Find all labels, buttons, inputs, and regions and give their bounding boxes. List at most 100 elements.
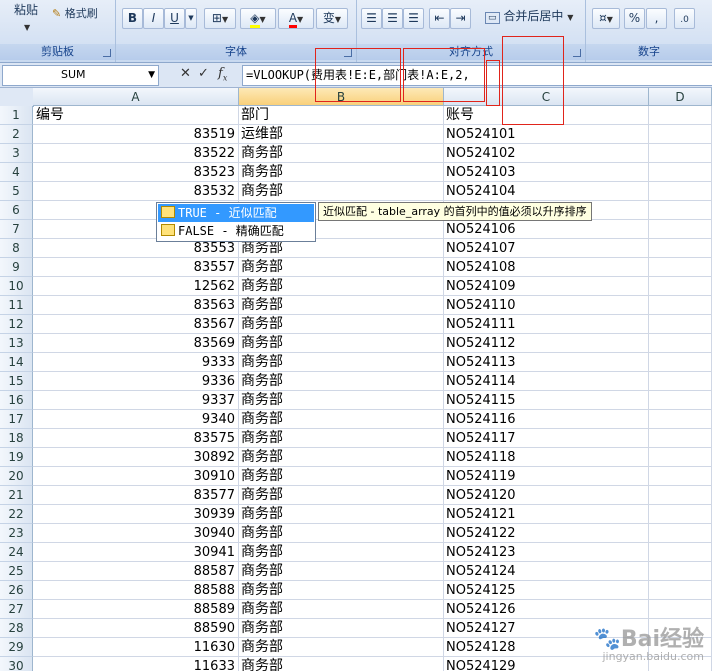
name-box[interactable]: SUM ▼ (2, 65, 159, 86)
font-color-button[interactable]: A▼ (278, 8, 314, 29)
cell-b[interactable]: 商务部 (239, 258, 444, 277)
cell-d[interactable] (649, 106, 712, 125)
cell-b[interactable]: 商务部 (239, 467, 444, 486)
cell-a[interactable]: 30892 (33, 448, 239, 467)
cell-b[interactable]: 商务部 (239, 562, 444, 581)
merge-dropdown-icon[interactable]: ▼ (567, 13, 573, 22)
cell-b[interactable]: 商务部 (239, 163, 444, 182)
row-header[interactable]: 23 (0, 524, 33, 543)
cell-a[interactable]: 11630 (33, 638, 239, 657)
row-header[interactable]: 16 (0, 391, 33, 410)
cell-d[interactable] (649, 258, 712, 277)
align-left-button[interactable]: ☰ (361, 8, 382, 29)
cell-b[interactable]: 商务部 (239, 296, 444, 315)
cell-c[interactable]: NO524114 (444, 372, 649, 391)
row-header[interactable]: 24 (0, 543, 33, 562)
cell-a[interactable]: 11633 (33, 657, 239, 671)
row-header[interactable]: 11 (0, 296, 33, 315)
cell-c[interactable]: NO524126 (444, 600, 649, 619)
align-right-button[interactable]: ☰ (403, 8, 424, 29)
cell-b[interactable]: 商务部 (239, 144, 444, 163)
cell-a[interactable]: 30941 (33, 543, 239, 562)
cell-c[interactable]: NO524106 (444, 220, 649, 239)
cell-d[interactable] (649, 353, 712, 372)
autocomplete-item-true[interactable]: TRUE - 近似匹配 (158, 204, 314, 222)
row-header[interactable]: 12 (0, 315, 33, 334)
cell-b[interactable]: 商务部 (239, 524, 444, 543)
phonetic-button[interactable]: 变▼ (316, 8, 348, 29)
cell-d[interactable] (649, 562, 712, 581)
cell-a[interactable]: 83523 (33, 163, 239, 182)
fill-color-button[interactable]: ◈▼ (240, 8, 276, 29)
cell-d[interactable] (649, 220, 712, 239)
cell-b[interactable]: 运维部 (239, 125, 444, 144)
row-header[interactable]: 9 (0, 258, 33, 277)
cell-d[interactable] (649, 163, 712, 182)
row-header[interactable]: 1 (0, 106, 33, 125)
cell-a[interactable]: 9333 (33, 353, 239, 372)
cell-d[interactable] (649, 277, 712, 296)
cell-d[interactable] (649, 600, 712, 619)
enter-icon[interactable]: ✓ (198, 66, 209, 81)
row-header[interactable]: 20 (0, 467, 33, 486)
cell-a[interactable]: 83563 (33, 296, 239, 315)
cell-c[interactable]: NO524111 (444, 315, 649, 334)
increase-decimal-button[interactable]: .0 (674, 8, 695, 29)
cell-c[interactable]: NO524115 (444, 391, 649, 410)
bold-button[interactable]: B (122, 8, 143, 29)
cell-a[interactable]: 83569 (33, 334, 239, 353)
row-header[interactable]: 14 (0, 353, 33, 372)
cell-b[interactable]: 商务部 (239, 315, 444, 334)
cell-c[interactable]: NO524118 (444, 448, 649, 467)
increase-indent-button[interactable]: ⇥ (450, 8, 471, 29)
cell-d[interactable] (649, 581, 712, 600)
row-header[interactable]: 4 (0, 163, 33, 182)
cell-b[interactable]: 商务部 (239, 619, 444, 638)
cell-d[interactable] (649, 429, 712, 448)
cell-a[interactable]: 83519 (33, 125, 239, 144)
cell-a[interactable]: 88589 (33, 600, 239, 619)
cell-b[interactable]: 商务部 (239, 391, 444, 410)
cell-d[interactable] (649, 486, 712, 505)
row-header[interactable]: 22 (0, 505, 33, 524)
underline-dropdown-icon[interactable]: ▼ (185, 8, 197, 29)
cell-a[interactable]: 88587 (33, 562, 239, 581)
cell-c[interactable]: NO524107 (444, 239, 649, 258)
cell-d[interactable] (649, 410, 712, 429)
cell-d[interactable] (649, 182, 712, 201)
cell-a[interactable]: 83522 (33, 144, 239, 163)
cell-a[interactable]: 30910 (33, 467, 239, 486)
cell-c[interactable]: NO524109 (444, 277, 649, 296)
cell-d[interactable] (649, 334, 712, 353)
italic-button[interactable]: I (143, 8, 164, 29)
row-header[interactable]: 21 (0, 486, 33, 505)
row-header[interactable]: 8 (0, 239, 33, 258)
paste-dropdown-icon[interactable]: ▼ (24, 18, 30, 38)
cell-c[interactable]: NO524123 (444, 543, 649, 562)
row-header[interactable]: 5 (0, 182, 33, 201)
alignment-launcher-icon[interactable] (573, 49, 581, 57)
align-center-button[interactable]: ☰ (382, 8, 403, 29)
decrease-indent-button[interactable]: ⇤ (429, 8, 450, 29)
cell-c[interactable]: NO524108 (444, 258, 649, 277)
borders-button[interactable]: ⊞▼ (204, 8, 236, 29)
cell-a[interactable]: 9337 (33, 391, 239, 410)
insert-function-icon[interactable]: fx (218, 66, 227, 83)
cell-c[interactable]: NO524101 (444, 125, 649, 144)
row-header[interactable]: 7 (0, 220, 33, 239)
cell-d[interactable] (649, 144, 712, 163)
percent-button[interactable]: % (624, 8, 645, 29)
cell-a[interactable]: 83575 (33, 429, 239, 448)
row-header[interactable]: 15 (0, 372, 33, 391)
row-header[interactable]: 19 (0, 448, 33, 467)
cell-a[interactable]: 83532 (33, 182, 239, 201)
autocomplete-item-false[interactable]: FALSE - 精确匹配 (158, 222, 314, 240)
cell-d[interactable] (649, 543, 712, 562)
row-header[interactable]: 10 (0, 277, 33, 296)
comma-style-button[interactable]: , (646, 8, 667, 29)
row-header[interactable]: 13 (0, 334, 33, 353)
cell-c[interactable]: NO524120 (444, 486, 649, 505)
cell-d[interactable] (649, 448, 712, 467)
cell-c[interactable]: NO524124 (444, 562, 649, 581)
cell-a[interactable]: 88590 (33, 619, 239, 638)
